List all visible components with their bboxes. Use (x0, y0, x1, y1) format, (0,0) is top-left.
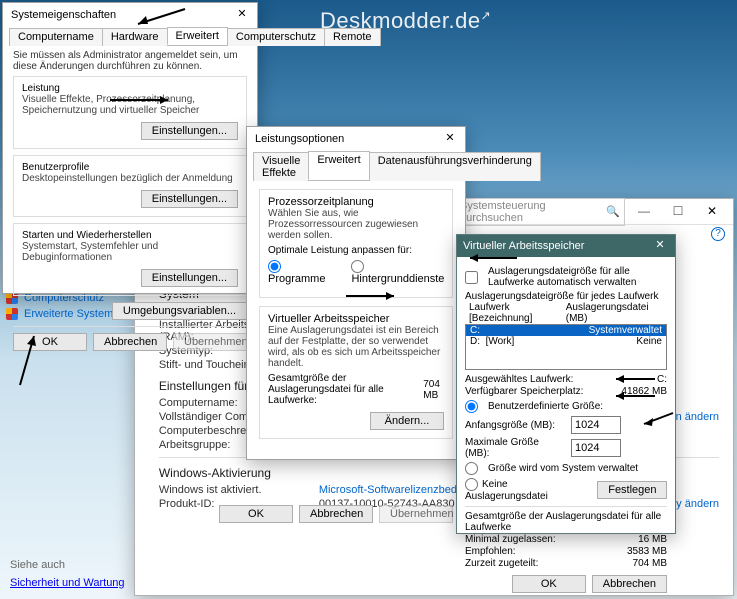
col-drive: Laufwerk [Bezeichnung] (469, 302, 566, 324)
change-button[interactable]: Ändern... (370, 412, 444, 430)
initial-size-input[interactable] (571, 416, 621, 434)
list-row[interactable]: C: Systemverwaltet (466, 325, 666, 336)
minimize-button[interactable]: — (629, 203, 659, 221)
search-placeholder: Systemsteuerung durchsuchen (460, 200, 602, 224)
close-icon[interactable]: ✕ (441, 131, 459, 147)
see-also-heading: Siehe auch (10, 559, 125, 571)
tab-hardware[interactable]: Hardware (102, 28, 168, 46)
envvars-button[interactable]: Umgebungsvariablen... (112, 302, 247, 320)
sel-drive-value: C: (657, 374, 667, 385)
dialog-title: Systemeigenschaften (11, 9, 116, 21)
search-icon: 🔍 (606, 205, 620, 218)
list-row[interactable]: D: [Work] Keine (466, 336, 666, 347)
apply-button[interactable]: Übernehmen (379, 505, 453, 523)
tab-computername[interactable]: Computername (9, 28, 103, 46)
system-properties-dialog: Systemeigenschaften ✕ Computername Hardw… (2, 2, 258, 294)
sched-heading: Prozessorzeitplanung (268, 196, 444, 208)
virtual-memory-dialog: Virtueller Arbeitsspeicher ✕ Auslagerung… (456, 234, 676, 534)
cancel-button[interactable]: Abbrechen (592, 575, 667, 593)
radio-no-pagefile[interactable]: Keine Auslagerungsdatei (465, 478, 591, 502)
rec-label: Empfohlen: (465, 546, 516, 557)
vmem-heading: Virtueller Arbeitsspeicher (268, 313, 444, 325)
sched-optlabel: Optimale Leistung anpassen für: (268, 245, 444, 256)
total-heading: Gesamtgröße der Auslagerungsdatei für al… (465, 511, 667, 533)
maximize-button[interactable]: ☐ (663, 203, 693, 221)
dialog-title: Leistungsoptionen (255, 133, 344, 145)
cur-value: 704 MB (633, 558, 667, 569)
help-icon[interactable]: ? (711, 227, 725, 241)
auto-manage-checkbox[interactable]: Auslagerungsdateigröße für alle Laufwerk… (465, 266, 667, 288)
set-button[interactable]: Festlegen (597, 481, 667, 499)
perf-settings-button[interactable]: Einstellungen... (141, 122, 238, 140)
cur-label: Zurzeit zugeteilt: (465, 558, 538, 569)
tab-visual-effects[interactable]: Visuelle Effekte (253, 152, 309, 181)
tab-computerschutz[interactable]: Computerschutz (227, 28, 325, 46)
tab-erweitert[interactable]: Erweitert (167, 27, 228, 45)
performance-options-dialog: Leistungsoptionen ✕ Visuelle Effekte Erw… (246, 126, 466, 460)
max-size-input[interactable] (571, 439, 621, 457)
search-input[interactable]: Systemsteuerung durchsuchen 🔍 (455, 198, 625, 226)
startup-desc: Systemstart, Systemfehler und Debuginfor… (22, 241, 238, 263)
close-icon[interactable]: ✕ (233, 7, 251, 23)
see-also-link[interactable]: Sicherheit und Wartung (10, 577, 125, 589)
radio-system-managed[interactable]: Größe wird vom System verwaltet (465, 462, 667, 475)
sel-drive-label: Ausgewähltes Laufwerk: (465, 374, 573, 385)
apply-button[interactable]: Übernehmen (173, 333, 247, 351)
init-label: Anfangsgröße (MB): (465, 420, 565, 431)
rec-value: 3583 MB (627, 546, 667, 557)
profiles-heading: Benutzerprofile (22, 162, 238, 173)
see-also: Siehe auch Sicherheit und Wartung (10, 559, 125, 589)
radio-custom-size[interactable]: Benutzerdefinierte Größe: (465, 400, 667, 413)
cancel-button[interactable]: Abbrechen (93, 333, 167, 351)
tab-dep[interactable]: Datenausführungsverhinderung (369, 152, 541, 181)
profiles-settings-button[interactable]: Einstellungen... (141, 190, 238, 208)
radio-background[interactable]: Hintergrunddienste (351, 260, 444, 285)
startup-settings-button[interactable]: Einstellungen... (141, 269, 238, 287)
tab-erweitert[interactable]: Erweitert (308, 151, 369, 180)
min-label: Minimal zugelassen: (465, 534, 556, 545)
perf-heading: Leistung (22, 83, 238, 94)
admin-note: Sie müssen als Administrator angemeldet … (13, 50, 247, 72)
tabstrip: Computername Hardware Erweitert Computer… (9, 27, 251, 46)
vmem-total-label: Gesamtgröße der Auslagerungsdatei für al… (268, 373, 417, 406)
close-icon[interactable]: ✕ (651, 238, 669, 254)
col-pagefile: Auslagerungsdatei (MB) (566, 302, 663, 324)
profiles-desc: Desktopeinstellungen bezüglich der Anmel… (22, 173, 238, 184)
perf-desc: Visuelle Effekte, Prozessorzeitplanung, … (22, 94, 238, 116)
cancel-button[interactable]: Abbrechen (299, 505, 373, 523)
dialog-title: Virtueller Arbeitsspeicher (463, 240, 584, 252)
sched-desc: Wählen Sie aus, wie Prozessorressourcen … (268, 208, 444, 241)
drive-list[interactable]: C: Systemverwaltet D: [Work] Keine (465, 324, 667, 370)
max-label: Maximale Größe (MB): (465, 437, 565, 459)
startup-heading: Starten und Wiederherstellen (22, 230, 238, 241)
close-button[interactable]: ✕ (697, 203, 727, 221)
tabstrip: Visuelle Effekte Erweitert Datenausführu… (253, 151, 459, 181)
avail-label: Verfügbarer Speicherplatz: (465, 386, 583, 397)
ok-button[interactable]: OK (13, 333, 87, 351)
avail-value: 41862 MB (621, 386, 667, 397)
ok-button[interactable]: OK (219, 505, 293, 523)
vmem-total-value: 704 MB (423, 379, 444, 401)
vmem-desc: Eine Auslagerungsdatei ist ein Bereich a… (268, 325, 444, 369)
tab-remote[interactable]: Remote (324, 28, 381, 46)
ok-button[interactable]: OK (512, 575, 586, 593)
list-heading: Auslagerungsdateigröße für jedes Laufwer… (465, 291, 667, 302)
radio-programs[interactable]: Programme (268, 260, 325, 285)
min-value: 16 MB (638, 534, 667, 545)
